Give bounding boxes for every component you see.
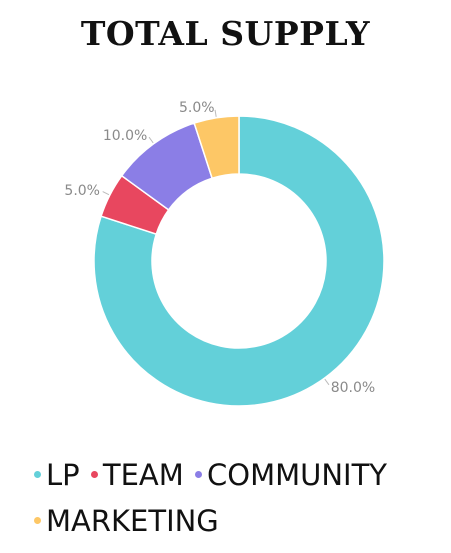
- legend: LP TEAM COMMUNITY MARKETING: [34, 452, 444, 544]
- leader-line-marketing: [214, 109, 217, 117]
- legend-label: TEAM: [102, 458, 184, 492]
- legend-dot-icon: [34, 516, 41, 524]
- leader-line-team: [102, 191, 110, 196]
- legend-dot-icon: [90, 470, 98, 478]
- slices-group: [93, 115, 385, 407]
- slice-label-marketing: 5.0%: [179, 100, 215, 116]
- legend-label: COMMUNITY: [207, 458, 388, 492]
- donut-chart: 80.0% 5.0% 10.0% 5.0%: [64, 100, 385, 407]
- leader-line-community: [148, 136, 154, 144]
- legend-dot-icon: [34, 470, 41, 478]
- legend-item-lp[interactable]: LP: [34, 452, 80, 498]
- legend-item-team[interactable]: TEAM: [90, 452, 184, 498]
- slice-label-lp: 80.0%: [331, 380, 375, 396]
- legend-item-community[interactable]: COMMUNITY: [195, 452, 387, 498]
- slice-label-team: 5.0%: [64, 183, 100, 199]
- leader-line-lp: [324, 378, 330, 386]
- legend-label: MARKETING: [46, 504, 219, 538]
- legend-dot-icon: [195, 470, 202, 478]
- legend-item-marketing[interactable]: MARKETING: [34, 498, 219, 544]
- slice-label-community: 10.0%: [103, 128, 147, 144]
- legend-label: LP: [46, 458, 80, 492]
